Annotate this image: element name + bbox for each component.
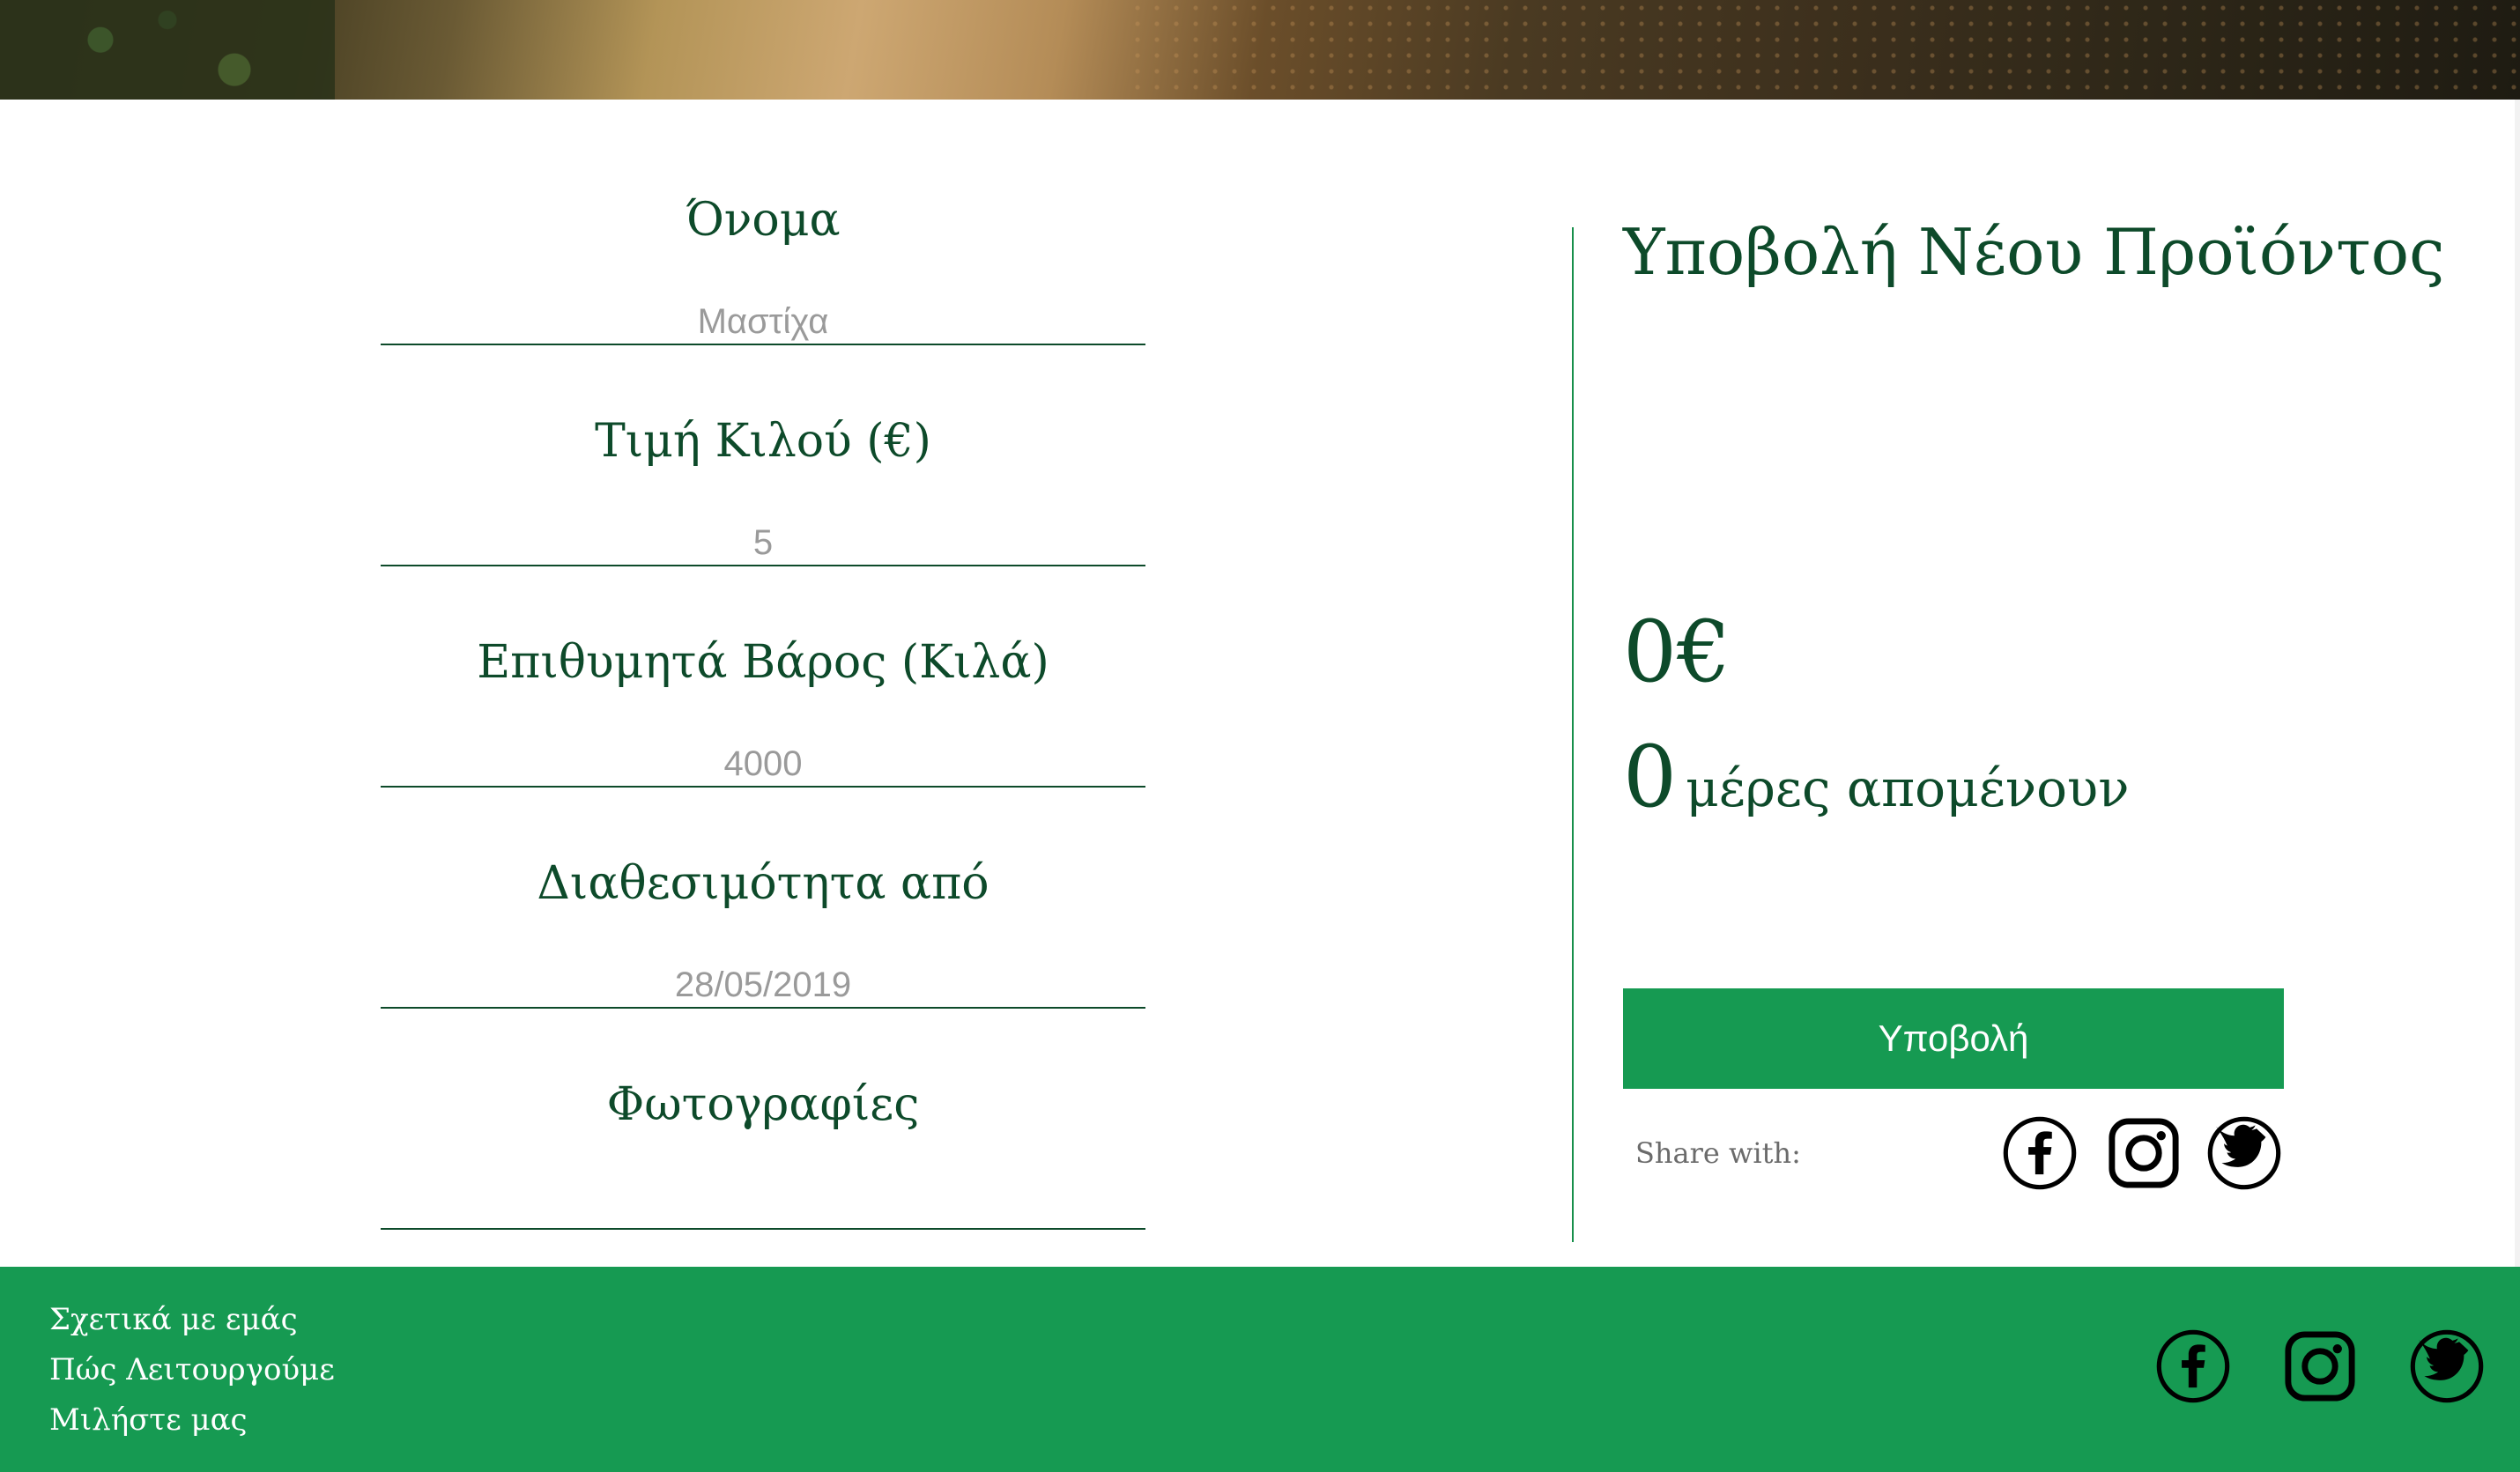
field-photos: Φωτογραφίες	[381, 1078, 1145, 1246]
price-per-kilo-input[interactable]	[381, 521, 1145, 566]
photos-input[interactable]	[381, 1184, 1145, 1230]
days-remaining: 0 μέρες απομένουν	[1623, 728, 2130, 826]
field-price: Τιμή Κιλού (€)	[381, 415, 1145, 582]
twitter-icon[interactable]	[2206, 1115, 2282, 1191]
footer-instagram-icon[interactable]	[2282, 1328, 2358, 1404]
page-title: Υποβολή Νέου Προϊόντος	[1623, 215, 2445, 289]
share-with-label: Share with:	[1635, 1136, 1801, 1170]
total-amount: 0€	[1623, 603, 1731, 701]
field-weight-label: Επιθυμητά Βάρος (Κιλά)	[477, 636, 1049, 689]
hero-soil-texture	[1128, 0, 2520, 100]
field-availability-label: Διαθεσιμότητα από	[537, 857, 989, 910]
footer-facebook-icon[interactable]	[2155, 1328, 2231, 1404]
desired-weight-input[interactable]	[381, 742, 1145, 788]
vertical-divider	[1572, 227, 1574, 1242]
footer-link-how-we-work[interactable]: Πώς Λειτουργούμε	[49, 1352, 335, 1387]
name-input[interactable]	[381, 300, 1145, 345]
field-price-label: Τιμή Κιλού (€)	[595, 415, 931, 468]
footer: Σχετικά με εμάς Πώς Λειτουργούμε Μιλήστε…	[0, 1267, 2520, 1472]
field-name-label: Όνομα	[686, 194, 841, 247]
field-photos-label: Φωτογραφίες	[606, 1078, 920, 1131]
hero-banner-image	[0, 0, 2520, 100]
facebook-icon[interactable]	[2002, 1115, 2078, 1191]
footer-link-about[interactable]: Σχετικά με εμάς	[49, 1302, 298, 1337]
footer-link-contact[interactable]: Μιλήστε μας	[49, 1402, 248, 1438]
instagram-icon[interactable]	[2106, 1115, 2182, 1191]
availability-date-input[interactable]	[381, 963, 1145, 1009]
submit-button[interactable]: Υποβολή	[1623, 988, 2284, 1089]
hero-grass-area	[0, 0, 335, 100]
field-name: Όνομα	[381, 194, 1145, 361]
field-weight: Επιθυμητά Βάρος (Κιλά)	[381, 636, 1145, 803]
days-remaining-label: μέρες απομένουν	[1686, 758, 2130, 818]
field-availability: Διαθεσιμότητα από	[381, 857, 1145, 1024]
footer-twitter-icon[interactable]	[2409, 1328, 2485, 1404]
days-remaining-count: 0	[1623, 728, 1678, 826]
